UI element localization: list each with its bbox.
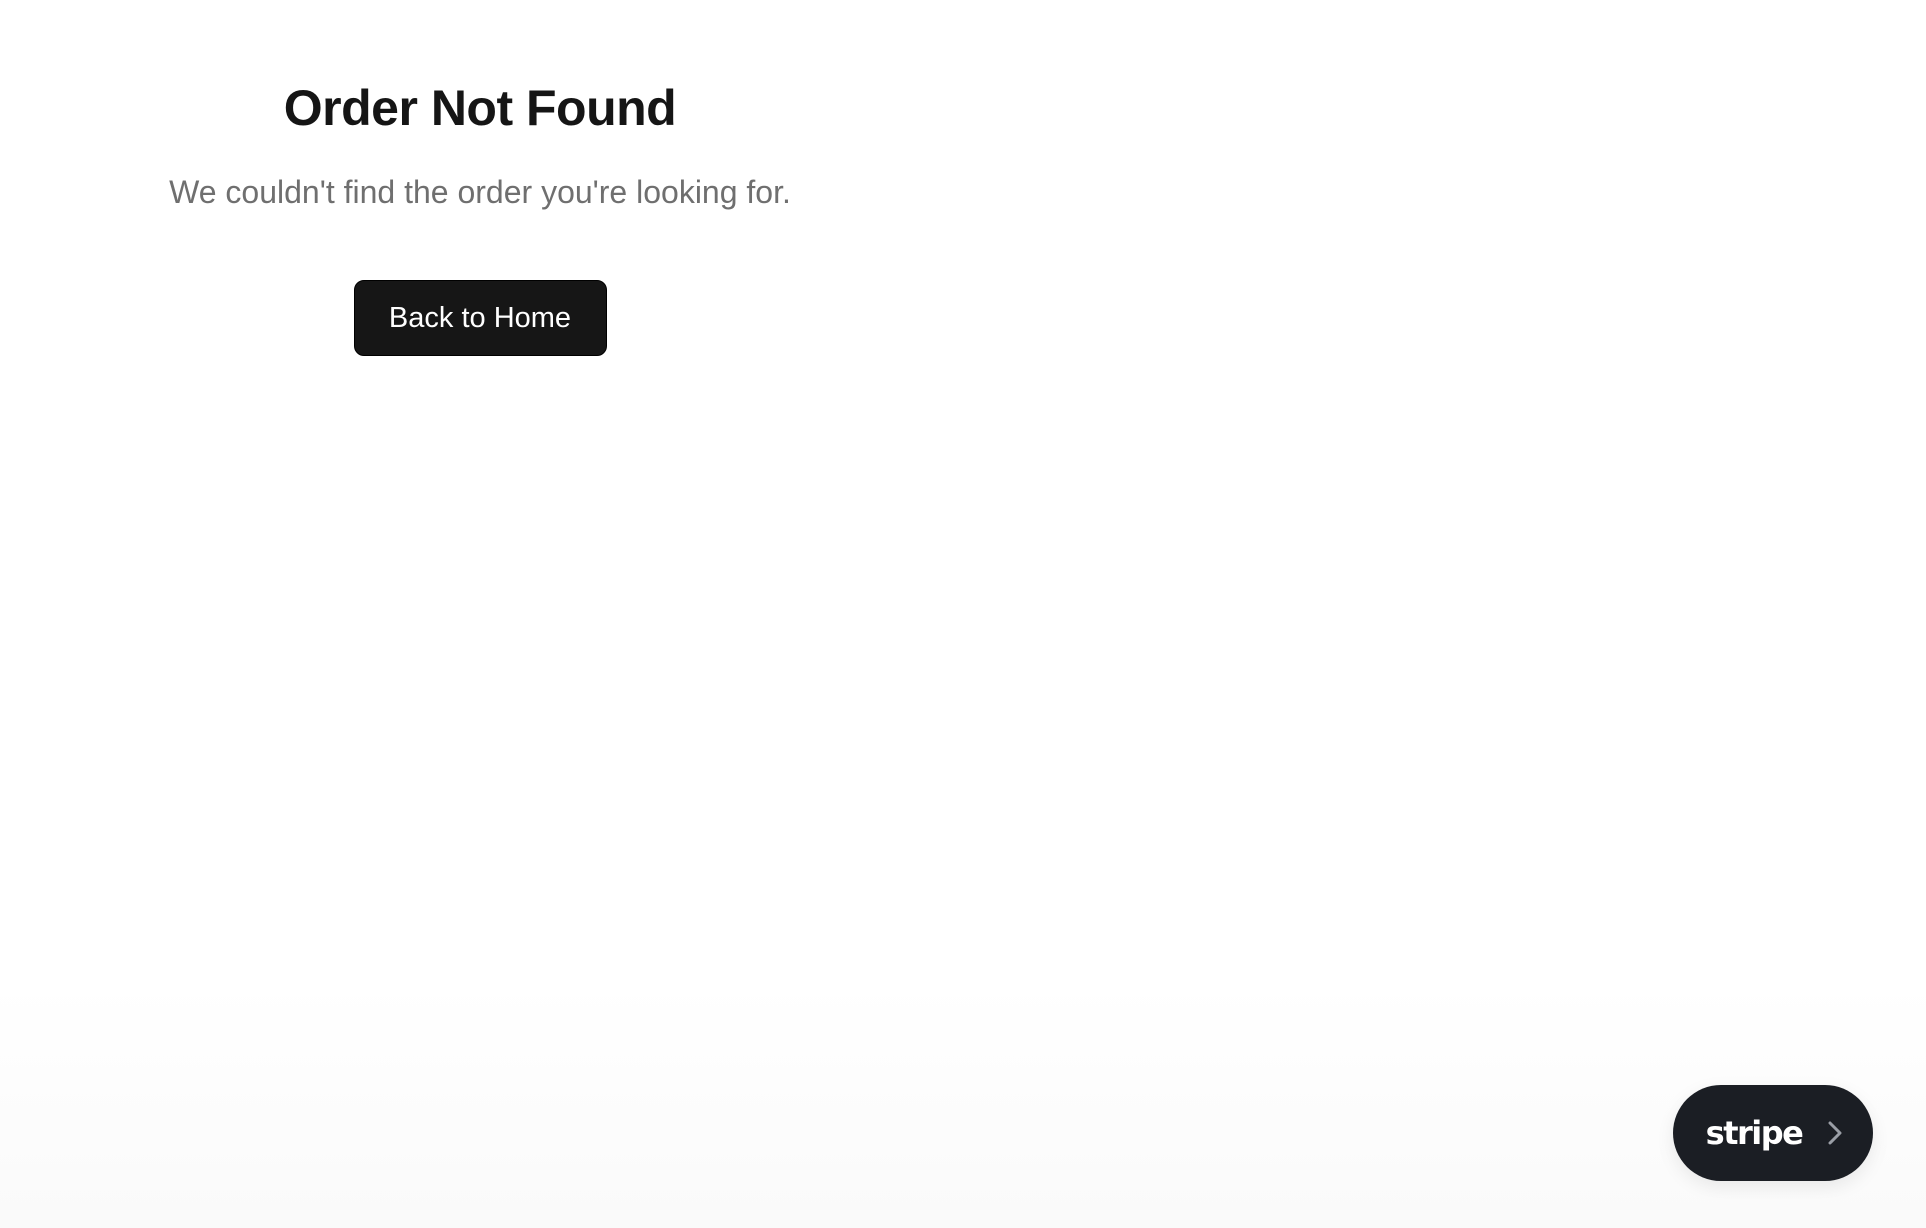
back-to-home-button[interactable]: Back to Home: [353, 280, 607, 356]
not-found-panel: Order Not Found We couldn't find the ord…: [0, 0, 960, 356]
page-title: Order Not Found: [283, 80, 677, 136]
stripe-logo: stripe: [1705, 1114, 1804, 1152]
stripe-badge[interactable]: stripe: [1673, 1085, 1873, 1181]
not-found-message: We couldn't find the order you're lookin…: [169, 174, 791, 210]
chevron-right-icon: [1828, 1121, 1842, 1145]
